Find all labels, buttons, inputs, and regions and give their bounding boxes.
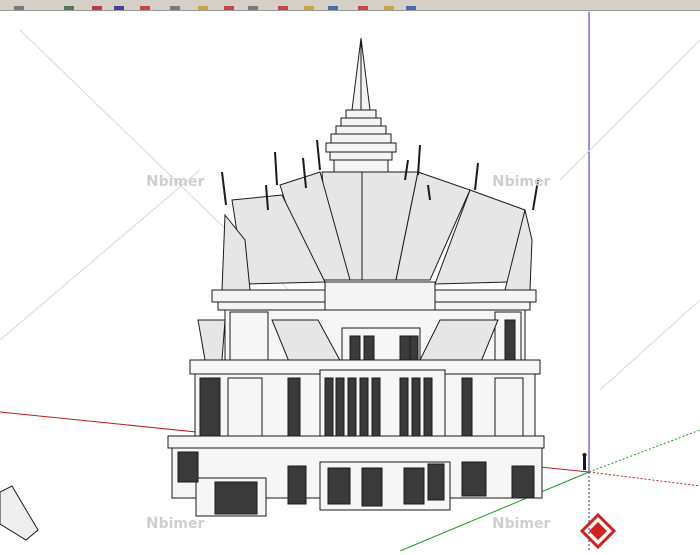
select-icon[interactable] xyxy=(12,0,26,10)
zoom-icon[interactable] xyxy=(404,0,418,10)
watermark-bottom-right: Nbimer xyxy=(492,514,551,532)
partial-object xyxy=(0,485,39,541)
rectangle-icon[interactable] xyxy=(112,0,126,10)
tool-toolbar xyxy=(0,0,700,11)
red-axis-dotted xyxy=(588,471,700,487)
orbit-icon[interactable] xyxy=(356,0,370,10)
model-viewport[interactable] xyxy=(0,11,700,552)
spire-tiers xyxy=(325,109,397,173)
scene-canvas[interactable] xyxy=(0,11,700,552)
watermark-bottom-left: Nbimer xyxy=(146,514,205,532)
make-component-icon[interactable] xyxy=(62,0,76,10)
offset-icon[interactable] xyxy=(276,0,290,10)
scale-figure xyxy=(582,453,587,470)
eraser-icon[interactable] xyxy=(90,0,104,10)
pan-icon[interactable] xyxy=(382,0,396,10)
push-pull-icon[interactable] xyxy=(196,0,210,10)
watermark-top-left: Nbimer xyxy=(146,172,205,190)
circle-icon[interactable] xyxy=(168,0,182,10)
upper-roof xyxy=(221,171,533,291)
move-icon[interactable] xyxy=(222,0,236,10)
paint-bucket-icon[interactable] xyxy=(326,0,340,10)
logo-stamp-icon xyxy=(579,512,617,550)
temple-building-model[interactable] xyxy=(167,37,545,517)
tape-measure-icon[interactable] xyxy=(302,0,316,10)
rotate-icon[interactable] xyxy=(246,0,260,10)
line-icon[interactable] xyxy=(138,0,152,10)
watermark-top-right: Nbimer xyxy=(492,172,551,190)
green-axis-dotted xyxy=(588,429,700,473)
